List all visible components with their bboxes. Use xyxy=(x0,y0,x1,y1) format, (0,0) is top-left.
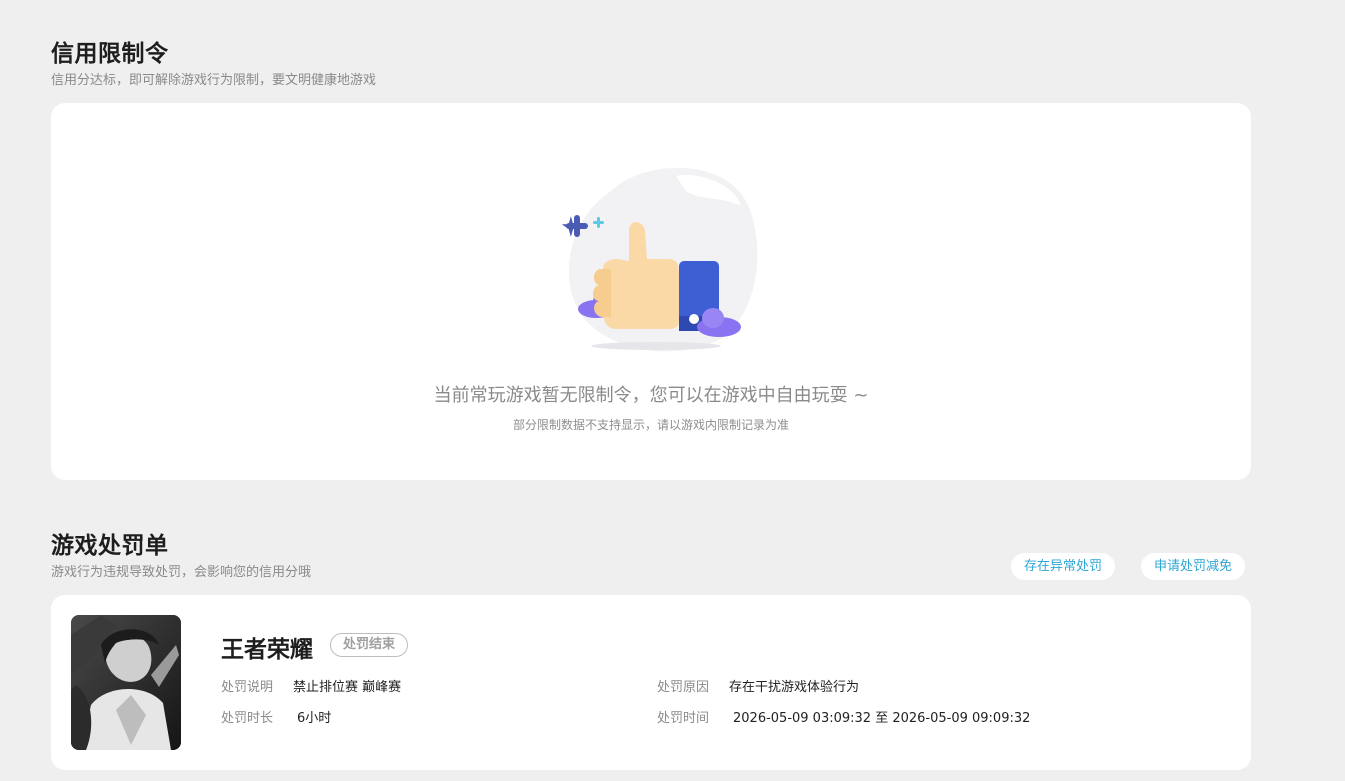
penalty-status-badge: 处罚结束 xyxy=(330,633,409,657)
page: 信用限制令 信用分达标，即可解除游戏行为限制，要文明健康地游戏 当前常玩游戏暂无… xyxy=(0,0,1345,781)
thumbs-up-icon xyxy=(561,167,758,352)
game-name: 王者荣耀 xyxy=(221,637,313,663)
penalty-desc-value: 禁止排位赛 巅峰赛 xyxy=(293,680,402,695)
abnormal-penalty-button[interactable]: 存在异常处罚 xyxy=(1011,553,1116,580)
empty-state-note: 部分限制数据不支持显示，请以游戏内限制记录为准 xyxy=(512,418,789,432)
penalty-desc-label: 处罚说明 xyxy=(221,680,274,695)
credit-empty-card: 当前常玩游戏暂无限制令，您可以在游戏中自由玩耍 ~ 部分限制数据不支持显示，请以… xyxy=(51,103,1251,480)
penalty-section-subtitle: 游戏行为违规导致处罚，会影响您的信用分哦 xyxy=(51,565,312,580)
penalty-duration-label: 处罚时长 xyxy=(221,711,274,726)
penalty-section-title: 游戏处罚单 xyxy=(51,533,169,559)
penalty-card[interactable]: 王者荣耀 处罚结束 处罚说明 禁止排位赛 巅峰赛 处罚时长 6小时 处罚原因 存… xyxy=(51,595,1251,770)
penalty-time-value: 2026-05-09 03:09:32 至 2026-05-09 09:09:3… xyxy=(733,711,1031,726)
penalty-reason-label: 处罚原因 xyxy=(657,680,710,695)
credit-section-subtitle: 信用分达标，即可解除游戏行为限制，要文明健康地游戏 xyxy=(51,73,377,88)
apply-penalty-reduction-button[interactable]: 申请处罚减免 xyxy=(1141,553,1246,580)
empty-state-title: 当前常玩游戏暂无限制令，您可以在游戏中自由玩耍 ~ xyxy=(433,385,869,406)
game-hero-avatar xyxy=(71,615,181,750)
credit-section-title: 信用限制令 xyxy=(51,41,169,67)
penalty-duration-value: 6小时 xyxy=(297,711,332,726)
penalty-time-label: 处罚时间 xyxy=(657,711,710,726)
penalty-reason-value: 存在干扰游戏体验行为 xyxy=(729,680,860,695)
